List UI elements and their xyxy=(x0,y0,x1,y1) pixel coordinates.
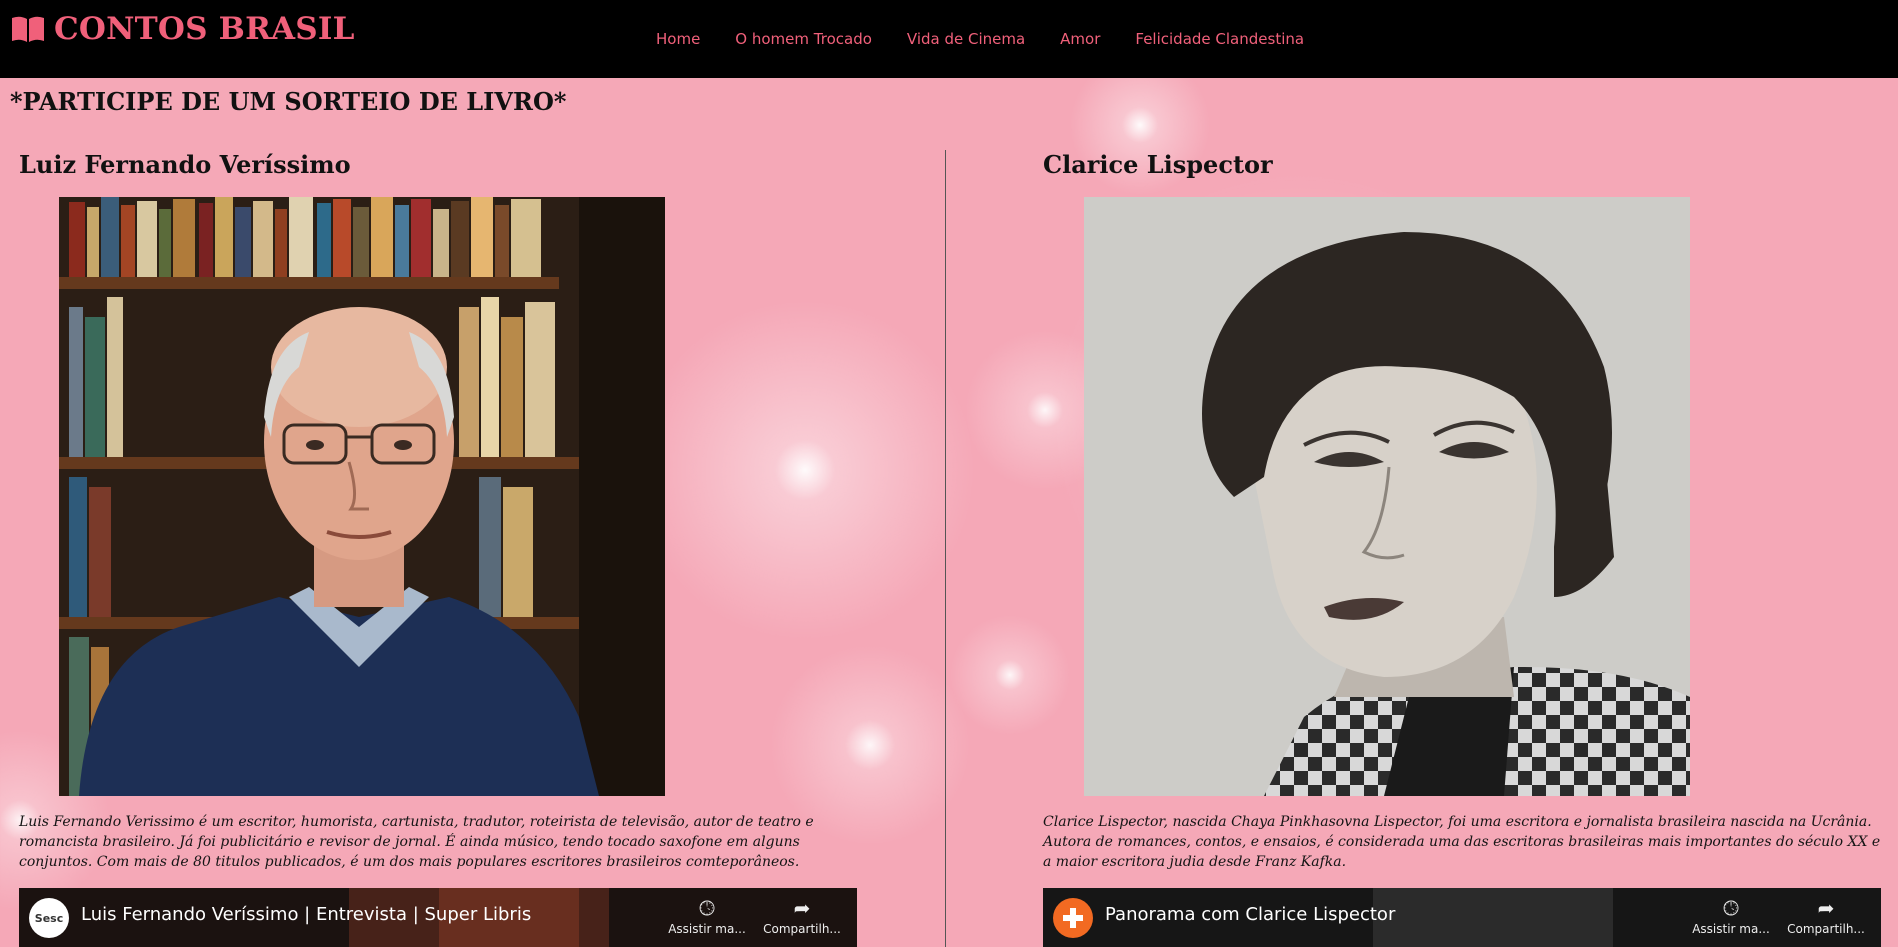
share-label: Compartilh... xyxy=(1787,922,1865,936)
nav-amor[interactable]: Amor xyxy=(1060,30,1100,48)
watch-later-button[interactable]: 🕓︎ Assistir ma... xyxy=(1686,896,1776,936)
author-card-lispector: Clarice Lispector Clarice Lispector, nas… xyxy=(1043,148,1898,947)
site-logo[interactable]: CONTOS BRASIL xyxy=(10,8,355,50)
watch-later-button[interactable]: 🕓︎ Assistir ma... xyxy=(662,896,752,936)
main-nav: Home O homem Trocado Vida de Cinema Amor… xyxy=(656,30,1339,48)
site-title: CONTOS BRASIL xyxy=(54,11,355,47)
column-divider xyxy=(945,150,946,947)
nav-vida-de-cinema[interactable]: Vida de Cinema xyxy=(907,30,1025,48)
video-embed-verissimo[interactable]: Sesc Luis Fernando Veríssimo | Entrevist… xyxy=(19,888,857,947)
share-icon: ➦ xyxy=(793,896,811,920)
author-photo xyxy=(1084,197,1690,796)
open-book-icon xyxy=(12,16,44,42)
top-navbar: CONTOS BRASIL Home O homem Trocado Vida … xyxy=(0,0,1898,78)
share-label: Compartilh... xyxy=(763,922,841,936)
author-name: Luiz Fernando Veríssimo xyxy=(19,150,351,179)
author-bio: Clarice Lispector, nascida Chaya Pinkhas… xyxy=(1043,814,1881,870)
video-title[interactable]: Panorama com Clarice Lispector xyxy=(1105,904,1395,925)
nav-home[interactable]: Home xyxy=(656,30,700,48)
share-button[interactable]: ➦ Compartilh... xyxy=(1781,896,1871,936)
cross-logo-icon[interactable] xyxy=(1053,898,1093,938)
nav-o-homem-trocado[interactable]: O homem Trocado xyxy=(735,30,872,48)
sorteio-banner[interactable]: *PARTICIPE DE UM SORTEIO DE LIVRO* xyxy=(10,87,566,116)
sesc-logo-icon[interactable]: Sesc xyxy=(29,898,69,938)
author-photo xyxy=(59,197,665,796)
share-button[interactable]: ➦ Compartilh... xyxy=(757,896,847,936)
author-bio: Luis Fernando Verissimo é um escritor, h… xyxy=(19,814,814,870)
author-card-verissimo: Luiz Fernando Veríssimo Luis Fernando Ve… xyxy=(19,148,889,947)
share-icon: ➦ xyxy=(1817,896,1835,920)
video-embed-lispector[interactable]: Panorama com Clarice Lispector 🕓︎ Assist… xyxy=(1043,888,1881,947)
nav-felicidade-clandestina[interactable]: Felicidade Clandestina xyxy=(1135,30,1304,48)
clock-icon: 🕓︎ xyxy=(699,896,715,920)
watch-later-label: Assistir ma... xyxy=(1692,922,1770,936)
author-name: Clarice Lispector xyxy=(1043,150,1273,179)
video-title[interactable]: Luis Fernando Veríssimo | Entrevista | S… xyxy=(81,904,531,925)
clock-icon: 🕓︎ xyxy=(1723,896,1739,920)
watch-later-label: Assistir ma... xyxy=(668,922,746,936)
